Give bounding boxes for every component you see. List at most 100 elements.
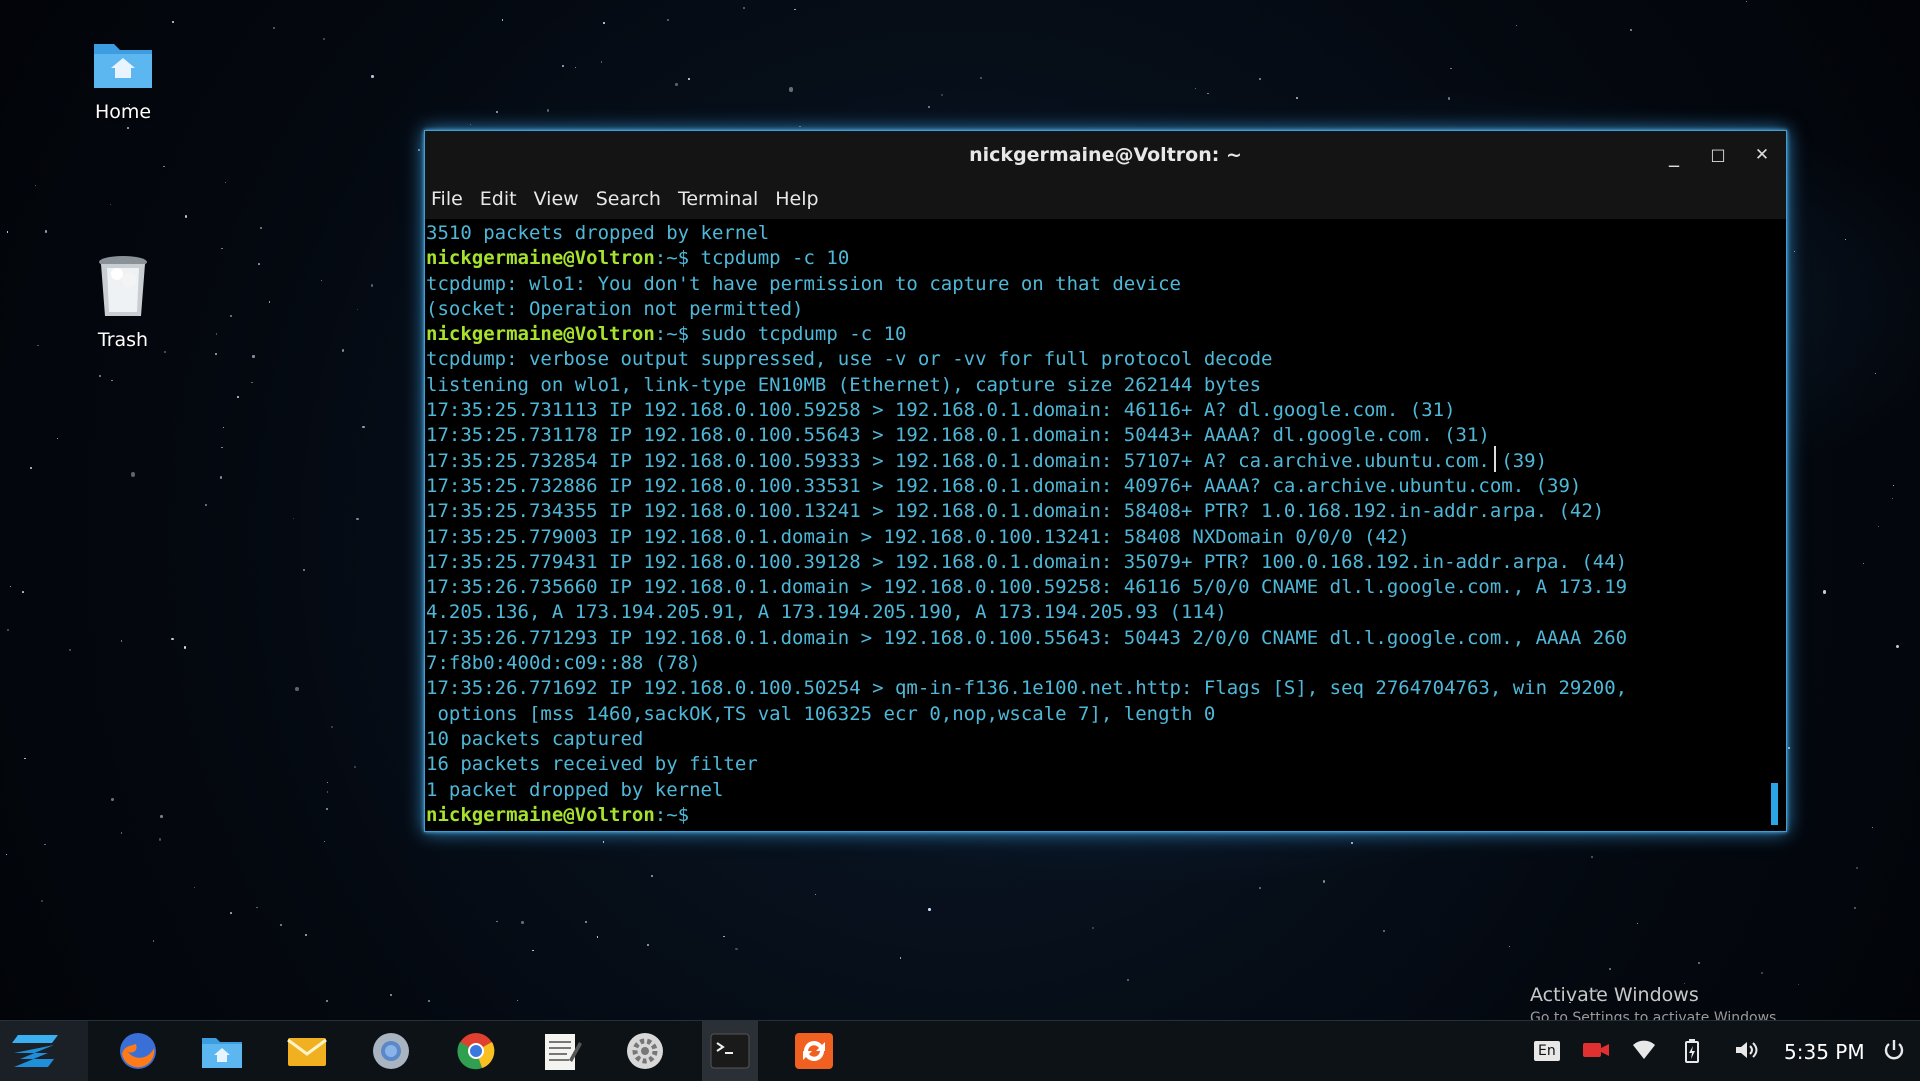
menu-edit[interactable]: Edit [480, 188, 517, 210]
text-editor-icon[interactable] [539, 1030, 583, 1072]
star [521, 921, 524, 924]
window-titlebar[interactable]: nickgermaine@Voltron: ~ _ □ ✕ [425, 131, 1786, 179]
files-icon[interactable] [200, 1030, 244, 1072]
star [1383, 929, 1386, 932]
trash-icon [99, 256, 147, 316]
desktop-icon-label: Trash [97, 329, 149, 351]
menu-terminal[interactable]: Terminal [678, 188, 758, 210]
star [1787, 747, 1790, 750]
star [362, 425, 365, 428]
star [723, 936, 725, 938]
star [1892, 498, 1894, 500]
star [1793, 250, 1795, 252]
star [250, 381, 253, 384]
star [1322, 880, 1326, 883]
star [646, 944, 649, 947]
star [120, 639, 123, 642]
terminal-output-line: 17:35:25.732886 IP 192.168.0.100.33531 >… [426, 474, 1582, 497]
menu-search[interactable]: Search [596, 188, 661, 210]
terminal-icon[interactable] [708, 1030, 752, 1072]
screen-recorder-icon[interactable] [1582, 1039, 1610, 1066]
firefox-icon[interactable] [116, 1030, 160, 1072]
power-icon[interactable] [1883, 1039, 1905, 1066]
desktop-icon-trash[interactable]: Trash [68, 254, 178, 351]
chrome-icon[interactable] [454, 1030, 498, 1072]
star [1856, 867, 1858, 869]
star [185, 215, 188, 218]
battery-icon[interactable] [1684, 1039, 1700, 1068]
star [1259, 77, 1262, 80]
terminal-output-line: 17:35:26.735660 IP 192.168.0.1.domain > … [426, 576, 1628, 599]
mail-icon[interactable] [285, 1030, 329, 1072]
star [495, 111, 498, 114]
terminal-output-line: listening on wlo1, link-type EN10MB (Eth… [426, 373, 1262, 396]
star [417, 148, 420, 151]
terminal-output[interactable]: 3510 packets dropped by kernel nickgermai… [425, 219, 1786, 831]
command-text: tcpdump -c 10 [700, 247, 850, 270]
star [237, 396, 240, 398]
star [5, 854, 7, 856]
star [651, 875, 654, 878]
star [6, 230, 9, 233]
terminal-output-line: (socket: Operation not permitted) [426, 297, 804, 320]
terminal-window[interactable]: nickgermaine@Voltron: ~ _ □ ✕ File Edit … [424, 130, 1787, 832]
star [325, 807, 328, 811]
prompt-user: nickgermaine@Voltron [426, 247, 655, 270]
star [225, 181, 227, 184]
browser-icon[interactable] [369, 1030, 413, 1072]
settings-icon[interactable] [623, 1030, 667, 1072]
star [469, 123, 471, 125]
star [214, 352, 217, 355]
star [110, 797, 114, 801]
taskbar-clock[interactable]: 5:35 PM [1784, 1040, 1865, 1064]
desktop-icon-home[interactable]: Home [68, 34, 178, 123]
star [1194, 87, 1196, 89]
star [1295, 96, 1298, 99]
star [532, 949, 534, 951]
star [295, 687, 299, 691]
menu-view[interactable]: View [534, 188, 579, 210]
maximize-button[interactable]: □ [1704, 141, 1732, 169]
star [215, 333, 218, 335]
star [272, 26, 275, 29]
star [1853, 906, 1857, 909]
terminal-output-line: 17:35:25.731178 IP 192.168.0.100.55643 >… [426, 424, 1490, 447]
star [688, 78, 690, 80]
star [163, 351, 166, 354]
menu-file[interactable]: File [431, 188, 463, 210]
star [230, 912, 232, 915]
star [44, 843, 47, 846]
star [268, 301, 270, 303]
star [1609, 968, 1612, 971]
terminal-output-line: 17:35:26.771692 IP 192.168.0.100.50254 >… [426, 677, 1628, 700]
terminal-scrollbar[interactable] [1771, 783, 1778, 825]
star [371, 284, 374, 287]
terminal-output-line: tcpdump: wlo1: You don't have permission… [426, 272, 1181, 295]
minimize-button[interactable]: _ [1660, 141, 1688, 169]
desktop-icon-label: Home [94, 101, 152, 123]
star [496, 920, 498, 923]
terminal-output-line: 3510 packets dropped by kernel [426, 222, 770, 244]
star [1893, 485, 1895, 487]
terminal-command-line: nickgermaine@Voltron:~$ sudo tcpdump -c … [426, 322, 1786, 347]
star [1126, 979, 1129, 982]
start-menu-button[interactable] [0, 1021, 88, 1081]
keyboard-layout-indicator[interactable]: En [1534, 1036, 1560, 1061]
software-updater-icon[interactable] [792, 1030, 836, 1072]
terminal-output-line: 1 packet dropped by kernel [426, 778, 724, 801]
star [1350, 841, 1353, 844]
star [158, 838, 162, 841]
star [1823, 590, 1827, 594]
star [9, 586, 11, 588]
keyboard-layout-label: En [1534, 1041, 1560, 1061]
star [302, 568, 305, 571]
star [356, 517, 360, 521]
volume-icon[interactable] [1734, 1039, 1760, 1066]
menu-help[interactable]: Help [775, 188, 818, 210]
star [1845, 238, 1847, 241]
wifi-icon[interactable] [1632, 1039, 1656, 1066]
close-button[interactable]: ✕ [1748, 141, 1776, 169]
star [1871, 826, 1874, 829]
star [280, 923, 283, 926]
star [603, 21, 605, 24]
